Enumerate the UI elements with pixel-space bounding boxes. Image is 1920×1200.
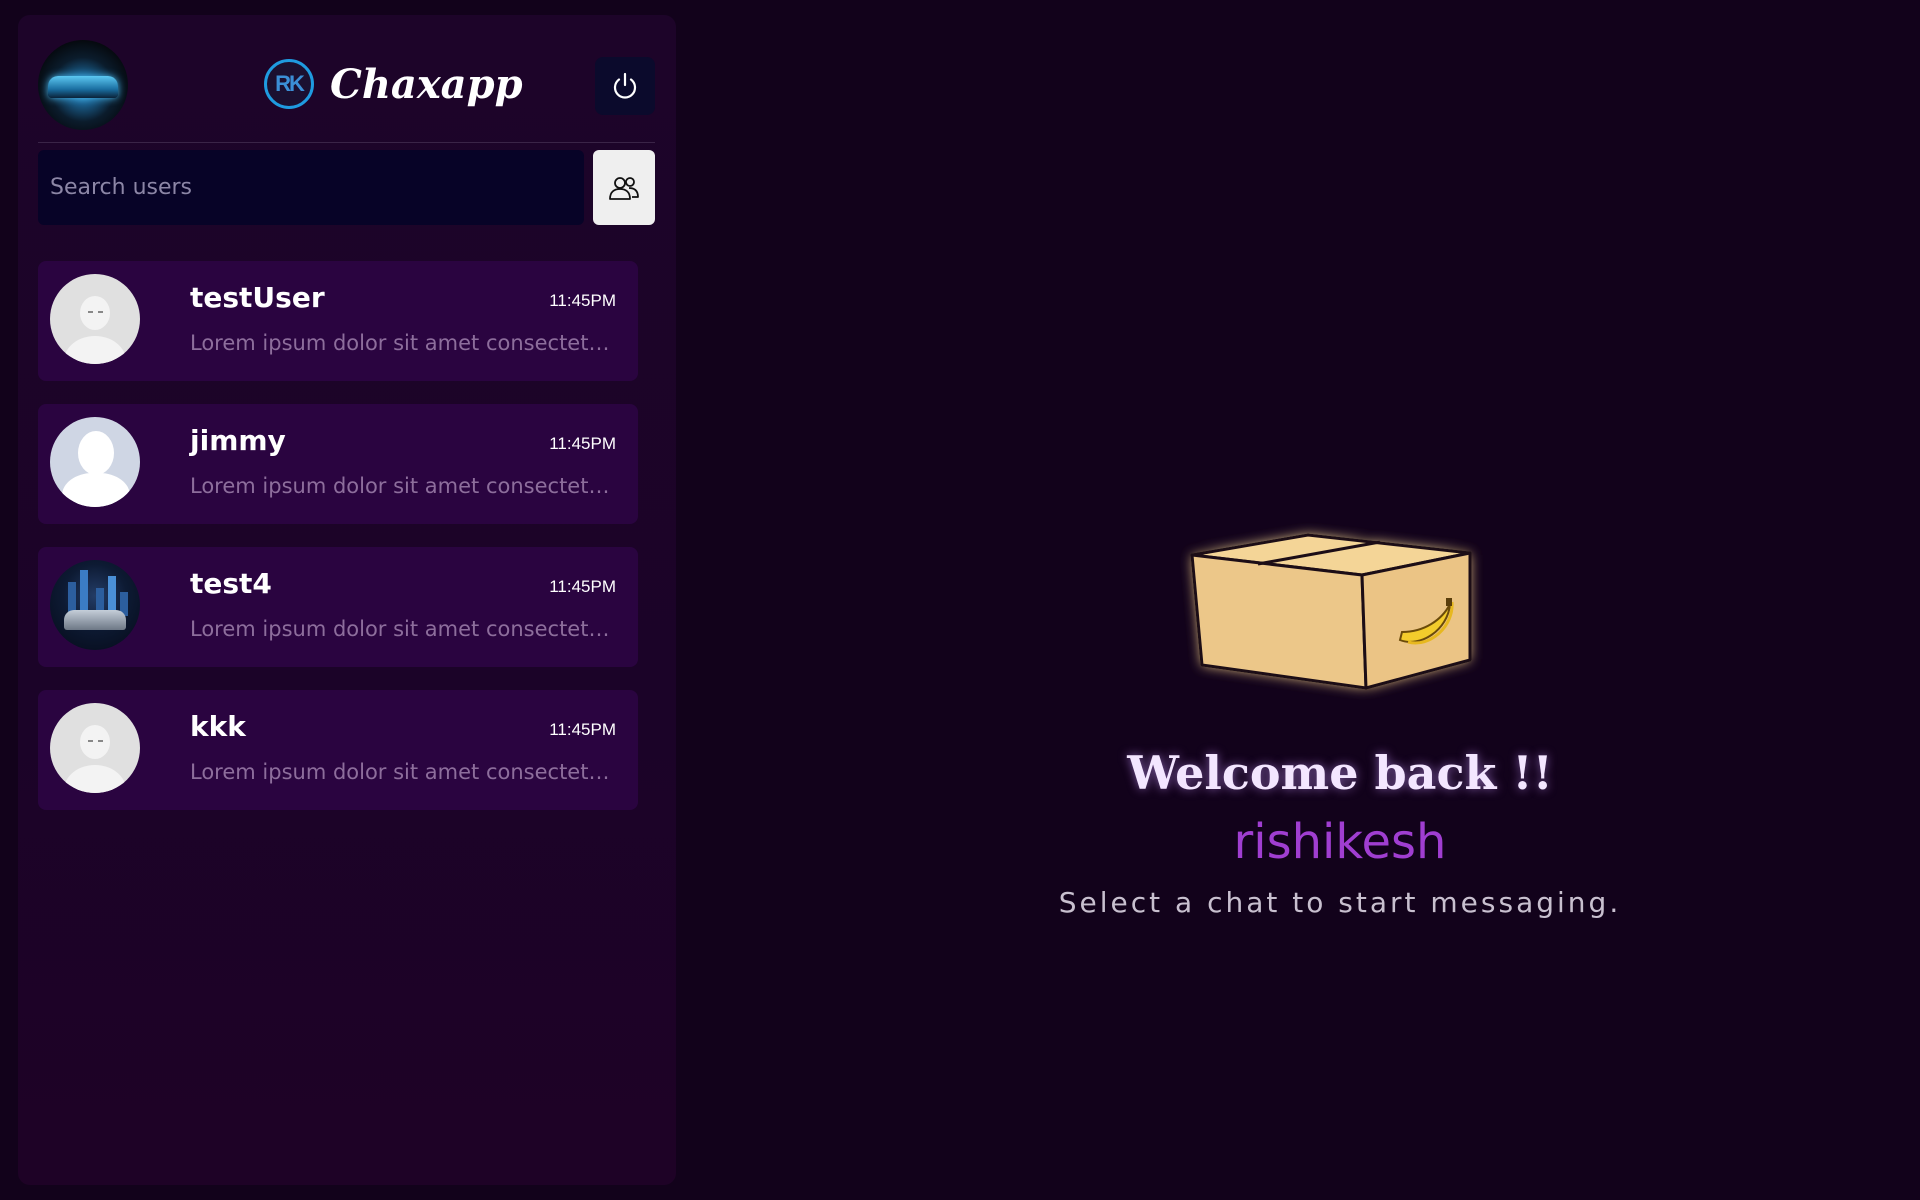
- chat-time: 11:45PM: [549, 577, 616, 596]
- app-window: RK Chaxapp Search users testUser 11:45PM…: [0, 0, 1920, 1200]
- box-with-banana-icon: [1180, 520, 1500, 700]
- chat-item-kkk[interactable]: kkk 11:45PM Lorem ipsum dolor sit amet c…: [38, 690, 638, 810]
- brand-name: Chaxapp: [330, 60, 523, 108]
- profile-avatar[interactable]: [38, 40, 128, 130]
- chat-time: 11:45PM: [549, 434, 616, 453]
- welcome-username: rishikesh: [1233, 814, 1447, 870]
- chat-item-testuser[interactable]: testUser 11:45PM Lorem ipsum dolor sit a…: [38, 261, 638, 381]
- night-car-avatar: [50, 560, 140, 650]
- chat-name: jimmy: [190, 424, 286, 457]
- default-avatar: [50, 703, 140, 793]
- brand-logo: RK: [264, 59, 314, 109]
- sidebar-header: RK Chaxapp: [38, 25, 655, 143]
- welcome-panel: Welcome back !! rishikesh Select a chat …: [1040, 520, 1640, 919]
- chat-preview: Lorem ipsum dolor sit amet consectetur a…: [190, 474, 620, 498]
- chat-preview: Lorem ipsum dolor sit amet consectetur a…: [190, 617, 620, 641]
- silhouette-avatar: [50, 417, 140, 507]
- search-input[interactable]: [38, 150, 584, 225]
- chat-item-test4[interactable]: test4 11:45PM Lorem ipsum dolor sit amet…: [38, 547, 638, 667]
- profile-avatar-car: [48, 76, 118, 98]
- users-icon: [609, 176, 639, 200]
- chat-time: 11:45PM: [549, 720, 616, 739]
- search-row: [38, 150, 655, 225]
- chat-preview: Lorem ipsum dolor sit amet consectetur a…: [190, 331, 620, 355]
- welcome-title: Welcome back !!: [1127, 746, 1553, 800]
- chat-item-jimmy[interactable]: jimmy 11:45PM Lorem ipsum dolor sit amet…: [38, 404, 638, 524]
- chat-time: 11:45PM: [549, 291, 616, 310]
- welcome-subtitle: Select a chat to start messaging.: [1058, 886, 1622, 919]
- chat-name: testUser: [190, 281, 325, 314]
- chat-preview: Lorem ipsum dolor sit amet consectetur a…: [190, 760, 620, 784]
- default-avatar: [50, 274, 140, 364]
- chat-name: test4: [190, 567, 272, 600]
- chat-list: testUser 11:45PM Lorem ipsum dolor sit a…: [38, 261, 638, 833]
- power-icon: [613, 72, 637, 99]
- logout-button[interactable]: [595, 57, 655, 115]
- sidebar: RK Chaxapp Search users testUser 11:45PM…: [18, 15, 676, 1185]
- brand: RK Chaxapp: [264, 54, 523, 114]
- search-users-button[interactable]: [593, 150, 655, 225]
- chat-name: kkk: [190, 710, 246, 743]
